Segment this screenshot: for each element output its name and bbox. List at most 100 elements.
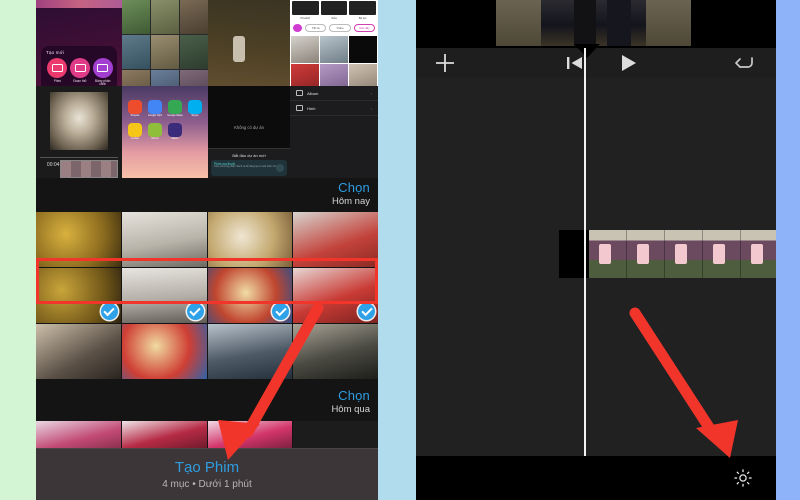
app-glyph-icon [168,122,182,137]
preview-subject-right [607,0,632,46]
video-preview-area[interactable] [416,0,776,48]
app-icon-google-maps[interactable]: Google Maps [167,100,183,118]
white-app-grid [290,36,378,91]
photo-cell[interactable] [207,212,293,267]
no-projects-text: Không có dự án [234,124,264,130]
clip-frame [665,230,703,278]
app-icon-shopee[interactable]: Shopee [127,100,143,118]
app-icon-label: Google Maps [167,114,183,117]
app-glyph-icon [148,100,162,114]
collage-video-editor: 00:04▶⤢ [36,86,122,178]
photo-cell[interactable] [293,268,378,323]
app-icon-locket[interactable]: Locket [127,122,143,141]
photo-grid-yesterday [36,421,378,449]
magic-movie-body: Chọn phương pháp nhanh và dễ dàng tạo ra… [214,165,282,168]
movie-icon [47,58,68,78]
mosaic-thumb [122,35,150,69]
photo-cell[interactable] [36,212,121,267]
photo-cell[interactable] [293,212,378,267]
white-app-filter-chips: Tất cả Video Gần đây [290,20,378,36]
menu-item-photo[interactable]: Hình › [290,101,378,116]
chip-video[interactable]: Video [329,24,351,32]
timeline-area[interactable] [416,78,776,456]
undo-icon[interactable] [734,53,756,73]
avatar [293,24,302,32]
mosaic-thumb [122,0,150,34]
new-project-sheet: Bắt đầu dự án mới Phím ma thuật Chọn phư… [208,148,290,178]
app-glyph-icon [148,122,162,137]
select-button-today[interactable]: Chọn [332,180,370,195]
photo-cell[interactable] [207,268,293,323]
video-preview-image [50,92,108,150]
create-movie-bar[interactable]: Tạo Phim 4 mục • Dưới 1 phút [36,448,378,500]
video-clip[interactable] [589,230,776,278]
album-icon [296,90,303,96]
photo-cell[interactable] [36,268,121,323]
mosaic-thumb [151,35,179,69]
white-app-thumb[interactable] [349,36,377,63]
section-header-yesterday: Chọn Hôm qua [331,388,370,415]
imovie-option-storyboard[interactable]: Bảng phân cảnh [91,58,114,86]
app-glyph-icon [188,100,202,114]
collage-media-menu: Album › Hình › [290,86,378,178]
app-glyph-icon [128,122,142,137]
photo-grid-today [36,212,378,380]
check-circle-icon[interactable] [100,303,118,320]
app-icon-momo[interactable]: Momo [147,122,163,141]
photo-cell[interactable] [121,212,207,267]
app-icon-label: Locket [131,136,139,140]
create-movie-title: Tạo Phim [174,459,240,476]
clip-frame [627,230,665,278]
photo-cell-empty [293,421,378,449]
app-glyph-icon [168,100,182,114]
imovie-screenshot-collage-row2: 00:04▶⤢ Shopee Google Dịch Google Maps Skyp… [36,86,378,178]
menu-item-photo-label: Hình [307,105,316,111]
create-movie-subtitle: 4 mục • Dưới 1 phút [162,479,252,490]
play-icon[interactable] [620,54,638,72]
preview-subject-left [574,0,596,46]
white-app-thumbs [290,0,378,16]
photo-cell[interactable] [36,421,121,449]
photo-cell[interactable] [36,324,121,379]
imovie-option-movie[interactable]: Phim [46,58,69,83]
app-icon-skype[interactable]: Skype [187,100,203,118]
gear-icon[interactable] [732,467,754,489]
storyboard-icon [92,58,113,78]
check-circle-icon[interactable] [272,303,290,320]
check-circle-icon[interactable] [186,303,204,320]
menu-item-album[interactable]: Album › [290,86,378,101]
select-button-yesterday[interactable]: Chọn [331,388,370,403]
section-header-today: Chọn Hôm nay [332,180,370,207]
photo-cell[interactable] [121,324,207,379]
playhead-line[interactable] [584,48,586,456]
imovie-option-trailer[interactable]: Đoạn thử [69,58,92,83]
app-icon-google-dịch[interactable]: Google Dịch [147,100,163,118]
collage-banner-strip [36,0,122,8]
start-new-project-button[interactable]: Bắt đầu dự án mới [208,149,290,158]
chevron-right-icon: › [370,105,372,111]
plus-icon[interactable] [434,52,456,74]
photo-cell[interactable] [207,324,293,379]
preview-frame [496,0,691,46]
white-app-thumb[interactable] [291,36,319,63]
mosaic-thumb [180,35,208,69]
right-phone-screen [416,0,776,500]
photo-cell[interactable] [207,421,293,449]
magic-movie-card[interactable]: Phím ma thuật Chọn phương pháp nhanh và … [211,160,287,176]
bottom-bar [416,456,776,500]
photo-cell[interactable] [121,421,207,449]
chip-recent[interactable]: Gần đây [353,24,375,32]
check-circle-icon[interactable] [358,303,375,320]
photo-cell[interactable] [293,324,378,379]
photo-cell[interactable] [121,268,207,323]
clip-frame [703,230,741,278]
section-date-yesterday: Hôm qua [331,404,370,415]
chip-all[interactable]: Tất cả [305,24,327,32]
app-icon-macro[interactable]: Macro [167,122,183,141]
clip-frame [589,230,627,278]
white-app-thumb[interactable] [320,36,348,63]
section-date-today: Hôm nay [331,196,370,207]
menu-item-album-label: Album [307,90,319,96]
app-icon-label: Skype [191,114,199,117]
collage-imovie-projects: Không có dự án Bắt đầu dự án mới Phím ma… [208,86,290,178]
